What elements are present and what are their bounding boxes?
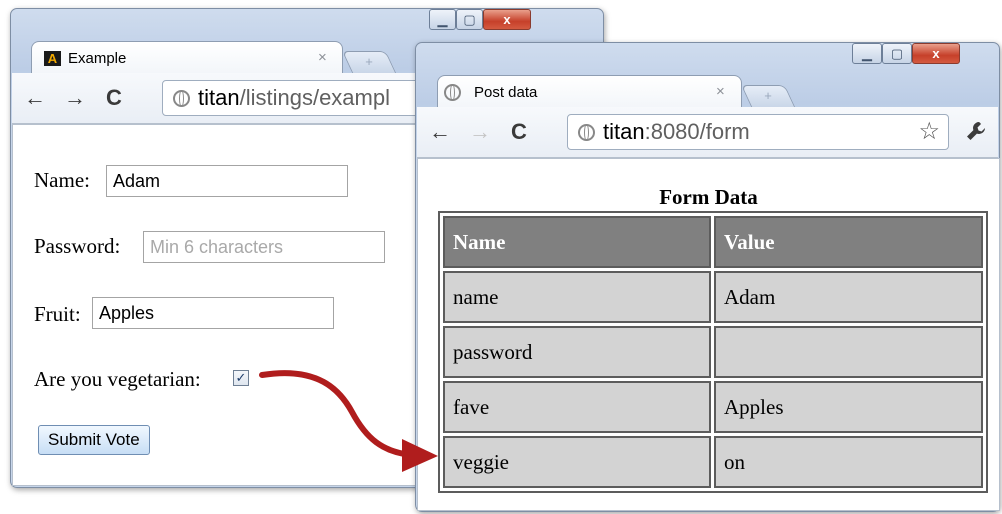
tab-example[interactable]: A Example × xyxy=(31,41,343,73)
cell-value xyxy=(714,326,983,378)
left-caption-buttons: ▁ ▢ x xyxy=(429,9,531,30)
globe-icon xyxy=(578,124,595,141)
tab-close-icon[interactable]: × xyxy=(318,49,327,66)
minimize-button[interactable]: ▁ xyxy=(429,9,456,30)
cell-name: veggie xyxy=(443,436,711,488)
star-icon[interactable]: ☆ xyxy=(918,115,940,149)
forward-icon[interactable]: → xyxy=(469,119,491,145)
reload-icon[interactable]: C xyxy=(106,85,122,111)
close-button[interactable]: x xyxy=(912,43,960,64)
right-browser-window: ▁ ▢ x Post data × + ← → C titan:8080/for… xyxy=(415,42,1000,512)
tab-title: Post data xyxy=(474,84,538,101)
address-path: :8080/form xyxy=(644,119,750,144)
close-button[interactable]: x xyxy=(483,9,531,30)
fruit-input[interactable]: Apples xyxy=(92,297,334,329)
header-name: Name xyxy=(443,216,711,268)
tab-title: Example xyxy=(68,50,127,67)
back-icon[interactable]: ← xyxy=(24,85,46,111)
fruit-label: Fruit: xyxy=(34,302,81,326)
cell-name: name xyxy=(443,271,711,323)
password-label: Password: xyxy=(34,234,121,258)
tab-close-icon[interactable]: × xyxy=(716,83,725,100)
table-header-row: Name Value xyxy=(443,216,983,268)
submit-vote-button[interactable]: Submit Vote xyxy=(38,425,150,455)
right-page-content: Form Data Name Value name Adam password … xyxy=(417,158,1000,511)
address-bar[interactable]: titan:8080/form ☆ xyxy=(567,114,949,150)
password-input[interactable]: Min 6 characters xyxy=(143,231,385,263)
cell-value: Adam xyxy=(714,271,983,323)
cell-name: password xyxy=(443,326,711,378)
maximize-button[interactable]: ▢ xyxy=(882,43,912,64)
form-data-table: Name Value name Adam password fave Apple… xyxy=(440,213,986,491)
right-caption-buttons: ▁ ▢ x xyxy=(852,43,960,64)
name-label: Name: xyxy=(34,168,90,192)
favicon-icon: A xyxy=(44,51,61,66)
cell-name: fave xyxy=(443,381,711,433)
reload-icon[interactable]: C xyxy=(511,119,527,145)
forward-icon[interactable]: → xyxy=(64,85,86,111)
table-row: password xyxy=(443,326,983,378)
cell-value: Apples xyxy=(714,381,983,433)
new-tab-button[interactable]: + xyxy=(341,51,397,73)
table-caption: Form Data xyxy=(659,185,758,209)
form-data-table-frame: Name Value name Adam password fave Apple… xyxy=(438,211,988,493)
cell-value: on xyxy=(714,436,983,488)
table-row: veggie on xyxy=(443,436,983,488)
table-row: fave Apples xyxy=(443,381,983,433)
name-input[interactable]: Adam xyxy=(106,165,348,197)
address-path: /listings/exampl xyxy=(239,85,390,110)
right-toolbar: ← → C titan:8080/form ☆ xyxy=(417,107,998,158)
vegetarian-label: Are you vegetarian: xyxy=(34,367,201,391)
tab-post-data[interactable]: Post data × xyxy=(437,75,742,107)
globe-icon xyxy=(173,90,190,107)
new-tab-button[interactable]: + xyxy=(740,85,796,107)
back-icon[interactable]: ← xyxy=(429,119,451,145)
minimize-button[interactable]: ▁ xyxy=(852,43,882,64)
address-host: titan xyxy=(198,85,240,110)
vegetarian-checkbox[interactable]: ✓ xyxy=(233,370,249,386)
favicon-icon xyxy=(444,84,461,101)
wrench-icon[interactable] xyxy=(964,119,988,148)
address-host: titan xyxy=(603,119,645,144)
header-value: Value xyxy=(714,216,983,268)
maximize-button[interactable]: ▢ xyxy=(456,9,483,30)
table-row: name Adam xyxy=(443,271,983,323)
